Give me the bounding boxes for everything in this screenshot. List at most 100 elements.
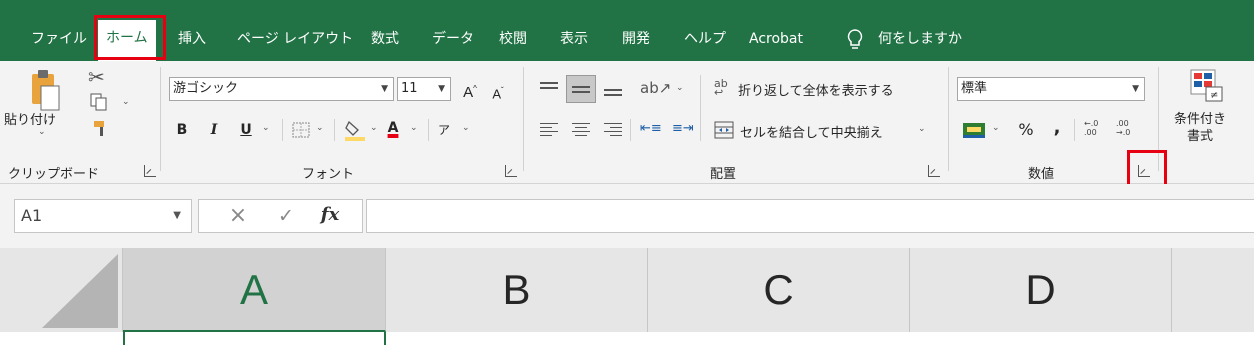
merge-dropdown-icon[interactable]: ⌄ [918,124,926,134]
worksheet-grid: A B C D [0,248,1254,345]
clipboard-launcher-icon[interactable] [144,165,156,177]
enter-icon[interactable]: ✓ [275,205,297,227]
select-all-corner[interactable] [0,248,123,332]
tab-help[interactable]: ヘルプ [684,24,726,54]
column-header-a[interactable]: A [123,248,386,332]
fill-color-icon[interactable] [344,118,366,146]
conditional-formatting-icon[interactable]: ≠ [1190,69,1224,107]
decrease-decimal-button[interactable]: .00 →.0 [1116,119,1142,137]
chevron-down-icon: ▼ [1132,84,1139,94]
column-header-b[interactable]: B [386,248,648,332]
font-launcher-icon[interactable] [505,165,517,177]
insert-function-icon[interactable]: fx [317,204,343,226]
italic-button[interactable]: I [206,119,222,141]
divider [428,119,429,141]
lightbulb-icon [846,28,864,56]
font-group-label: フォント [302,167,355,182]
tab-formulas[interactable]: 数式 [371,24,399,54]
tab-developer[interactable]: 開発 [622,24,650,54]
copy-dropdown-icon[interactable]: ⌄ [122,97,130,107]
formula-bar: A1▼ ⋮ × ✓ fx [0,184,1254,248]
accounting-format-icon[interactable] [962,121,986,143]
active-cell-a1[interactable] [123,332,386,345]
wrap-text-button[interactable]: 折り返して全体を表示する [738,80,894,99]
tab-insert[interactable]: 挿入 [178,24,206,54]
tab-home[interactable]: ホーム [98,20,156,61]
divider [1158,67,1159,171]
copy-icon[interactable] [90,93,108,115]
bottom-align-icon[interactable] [604,81,622,97]
align-left-icon[interactable] [540,123,558,137]
font-color-dropdown-icon[interactable]: ⌄ [410,123,418,133]
tab-review[interactable]: 校閲 [499,24,527,54]
grow-font-button[interactable]: A^ [460,78,480,104]
align-right-icon[interactable] [604,123,622,137]
middle-align-button[interactable] [566,75,596,103]
percent-style-button[interactable]: % [1016,119,1036,141]
underline-dropdown-icon[interactable]: ⌄ [262,123,270,133]
ribbon-tab-bar: ファイル ホーム 挿入 ページ レイアウト 数式 データ 校閲 表示 開発 ヘル… [0,0,1254,61]
orientation-dropdown-icon[interactable]: ⌄ [676,83,684,93]
fill-color-dropdown-icon[interactable]: ⌄ [370,123,378,133]
name-box[interactable]: A1 ▼ [14,199,192,233]
svg-text:≠: ≠ [1210,90,1218,101]
accounting-dropdown-icon[interactable]: ⌄ [992,123,1000,133]
borders-icon[interactable] [292,122,310,142]
column-header-d[interactable]: D [910,248,1172,332]
wrap-text-icon: ab ↩ [714,77,728,99]
divider [282,119,283,141]
cut-icon[interactable]: ✂ [88,65,105,89]
conditional-formatting-button[interactable]: 条件付き 書式 [1174,111,1226,145]
font-color-button[interactable]: A [384,117,402,139]
align-center-icon[interactable] [572,123,590,137]
divider [700,75,701,141]
chevron-down-icon: ▼ [438,84,445,94]
number-launcher-icon[interactable] [1138,165,1150,177]
font-name-select[interactable]: 游ゴシック ▼ [169,77,394,101]
increase-indent-icon[interactable]: ≡⇥ [672,121,694,136]
column-header-c[interactable]: C [648,248,910,332]
borders-dropdown-icon[interactable]: ⌄ [316,123,324,133]
divider [1074,119,1075,141]
formula-buttons: × ✓ fx [198,199,363,233]
number-format-select[interactable]: 標準 ▼ [957,77,1145,101]
chevron-down-icon: ▼ [381,84,388,94]
paste-button[interactable] [30,68,62,112]
ribbon: 貼り付け ⌄ ✂ ⌄ クリップボード 游ゴシック ▼ 11 ▼ A^ Aˇ B I … [0,61,1254,184]
top-align-icon[interactable] [540,81,558,97]
format-painter-icon[interactable] [92,119,110,141]
tab-view[interactable]: 表示 [560,24,588,54]
tell-me-search[interactable]: 何をしますか [878,24,962,54]
tab-data[interactable]: データ [432,24,474,54]
paste-dropdown-icon[interactable]: ⌄ [38,127,46,137]
merge-center-button[interactable]: セルを結合して中央揃え [740,122,883,141]
paste-label: 貼り付け [4,113,57,128]
divider [334,119,335,141]
phonetic-dropdown-icon[interactable]: ⌄ [462,123,470,133]
divider [523,67,524,171]
cancel-icon[interactable]: × [227,205,249,227]
tab-page-layout[interactable]: ページ レイアウト [237,24,353,54]
tab-file[interactable]: ファイル [31,24,87,54]
underline-button[interactable]: U [238,119,254,141]
divider [630,119,631,141]
clipboard-group-label: クリップボード [8,167,100,182]
font-size-select[interactable]: 11 ▼ [397,77,451,101]
clipboard-icon [32,70,60,111]
divider [160,67,161,171]
divider [948,67,949,171]
merge-center-icon [714,121,734,143]
orientation-icon[interactable]: ab↗ [640,79,671,97]
decrease-indent-icon[interactable]: ⇤≡ [640,121,662,136]
column-header-e-partial[interactable] [1172,248,1254,332]
formula-input[interactable] [366,199,1254,233]
increase-decimal-button[interactable]: ←.0 .00 [1084,119,1110,137]
chevron-down-icon: ▼ [173,210,181,221]
comma-style-button[interactable]: , [1052,117,1062,139]
alignment-launcher-icon[interactable] [928,165,940,177]
tab-acrobat[interactable]: Acrobat [749,24,803,54]
bold-button[interactable]: B [174,119,190,141]
shrink-font-button[interactable]: Aˇ [488,80,508,105]
phonetic-guide-button[interactable]: ア [437,119,451,141]
number-group-label: 数値 [1028,167,1055,182]
